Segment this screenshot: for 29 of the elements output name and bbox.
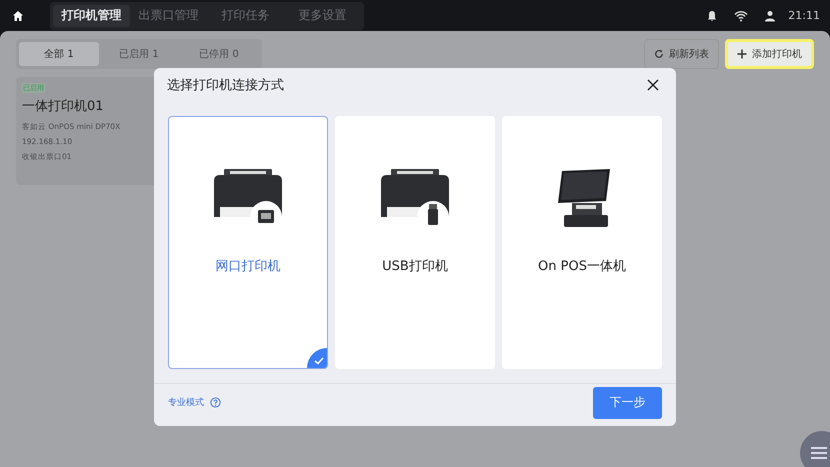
refresh-icon <box>654 49 664 59</box>
filter-tab[interactable]: 已启用 1 <box>99 42 179 66</box>
close-icon[interactable] <box>647 79 659 92</box>
next-button[interactable]: 下一步 <box>593 386 662 419</box>
wifi-icon[interactable] <box>734 10 748 22</box>
plus-icon <box>737 49 747 59</box>
filter-tab[interactable]: 全部 1 <box>19 42 99 66</box>
clock-time: 21:11 <box>788 9 820 22</box>
refresh-button[interactable]: 刷新列表 <box>644 39 719 69</box>
check-corner-icon <box>307 348 327 368</box>
option-label: 网口打印机 <box>216 258 280 275</box>
filter-tab[interactable]: 已停用 0 <box>179 42 259 66</box>
pro-mode-link[interactable]: 专业模式 <box>168 396 204 410</box>
help-icon[interactable] <box>210 397 221 408</box>
printer-name: 一体打印机01 <box>22 98 105 115</box>
home-icon[interactable] <box>12 10 24 22</box>
nav-tab[interactable]: 打印任务 <box>207 4 284 26</box>
bell-icon[interactable] <box>706 10 718 22</box>
add-printer-button[interactable]: 添加打印机 <box>725 39 814 69</box>
connection-option-card[interactable]: On POS一体机 <box>502 116 662 369</box>
nav-tab[interactable]: 出票口管理 <box>130 4 207 26</box>
nav-tab[interactable]: 打印机管理 <box>53 4 130 26</box>
nav-tab[interactable]: 更多设置 <box>284 4 361 26</box>
user-icon[interactable] <box>764 10 776 22</box>
connection-option-card[interactable]: 网口打印机 <box>168 116 328 369</box>
connection-option-card[interactable]: USB打印机 <box>335 116 495 369</box>
menu-icon <box>811 447 827 459</box>
option-label: USB打印机 <box>382 258 448 275</box>
option-label: On POS一体机 <box>538 258 626 275</box>
